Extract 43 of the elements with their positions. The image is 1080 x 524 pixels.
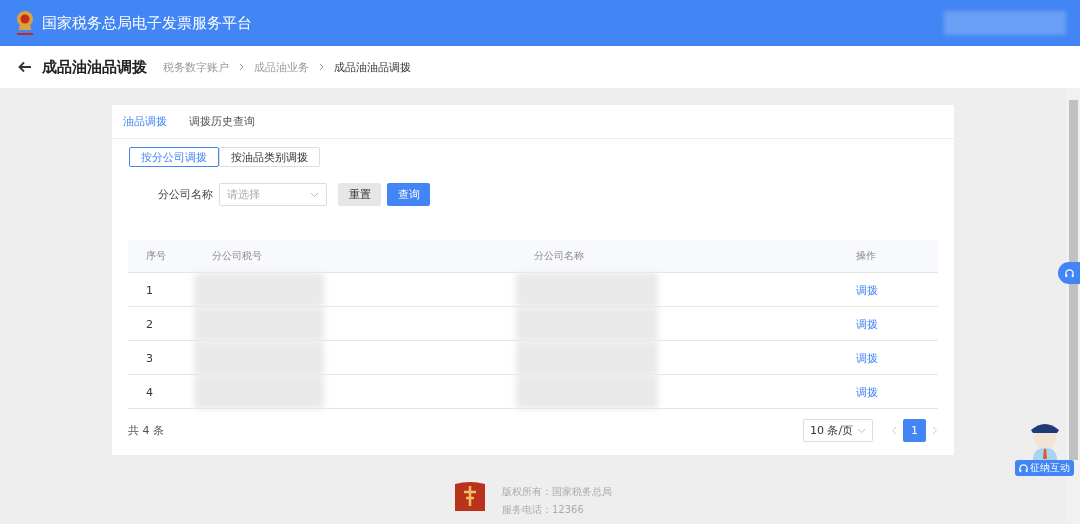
column-header: 序号: [145, 249, 167, 263]
page-size-select[interactable]: 10 条/页: [803, 419, 873, 442]
reset-button[interactable]: 重置: [338, 183, 381, 206]
headset-icon: [1019, 463, 1028, 473]
allocate-link[interactable]: 调拨: [838, 350, 938, 366]
emblem-icon: [14, 9, 36, 37]
back-arrow-icon[interactable]: [18, 61, 32, 73]
mode-toggle-button[interactable]: 按油品类别调拨: [219, 147, 320, 167]
page-button[interactable]: 1: [903, 419, 926, 442]
page-title: 成品油油品调拨: [42, 57, 147, 77]
table-cell-text: 1: [145, 283, 154, 297]
prev-page-icon[interactable]: [891, 426, 897, 435]
dropdown-caret-icon: [310, 191, 319, 198]
table-cell-text: 2: [145, 317, 154, 331]
dropdown-caret-icon: [857, 427, 866, 434]
allocate-link[interactable]: 调拨: [838, 316, 938, 332]
support-button[interactable]: [1058, 262, 1080, 284]
tab[interactable]: 油品调拨: [123, 114, 167, 129]
breadcrumb-item[interactable]: 成品油业务: [254, 59, 309, 75]
scrollbar-thumb[interactable]: [1068, 100, 1078, 460]
column-header: 分公司税号: [211, 249, 263, 263]
chevron-icon: [239, 63, 244, 71]
headset-icon: [1064, 268, 1074, 278]
breadcrumb-item: 成品油油品调拨: [334, 59, 411, 75]
allocate-link[interactable]: 调拨: [838, 384, 938, 400]
assistant-chip[interactable]: 征纳互动: [1015, 460, 1074, 476]
app-title: 国家税务总局电子发票服务平台: [42, 13, 252, 33]
column-header: 分公司名称: [533, 249, 585, 263]
column-header: 操作: [855, 249, 877, 263]
select-field[interactable]: 请选择: [219, 183, 327, 206]
footer-text: 服务电话：12366: [502, 503, 585, 517]
breadcrumb-item[interactable]: 税务数字账户: [163, 59, 229, 75]
query-button[interactable]: 查询: [387, 183, 430, 206]
allocate-link[interactable]: 调拨: [838, 282, 938, 298]
table-cell-text: 4: [145, 385, 154, 399]
chevron-icon: [319, 63, 324, 71]
mode-toggle-button[interactable]: 按分公司调拨: [129, 147, 219, 167]
table-cell-text: 3: [145, 351, 154, 365]
emblem-icon: [454, 481, 486, 511]
field-label: 分公司名称: [158, 187, 213, 202]
next-page-icon[interactable]: [932, 426, 938, 435]
tab[interactable]: 调拨历史查询: [189, 114, 255, 129]
total-count: 共 4 条: [128, 423, 164, 438]
